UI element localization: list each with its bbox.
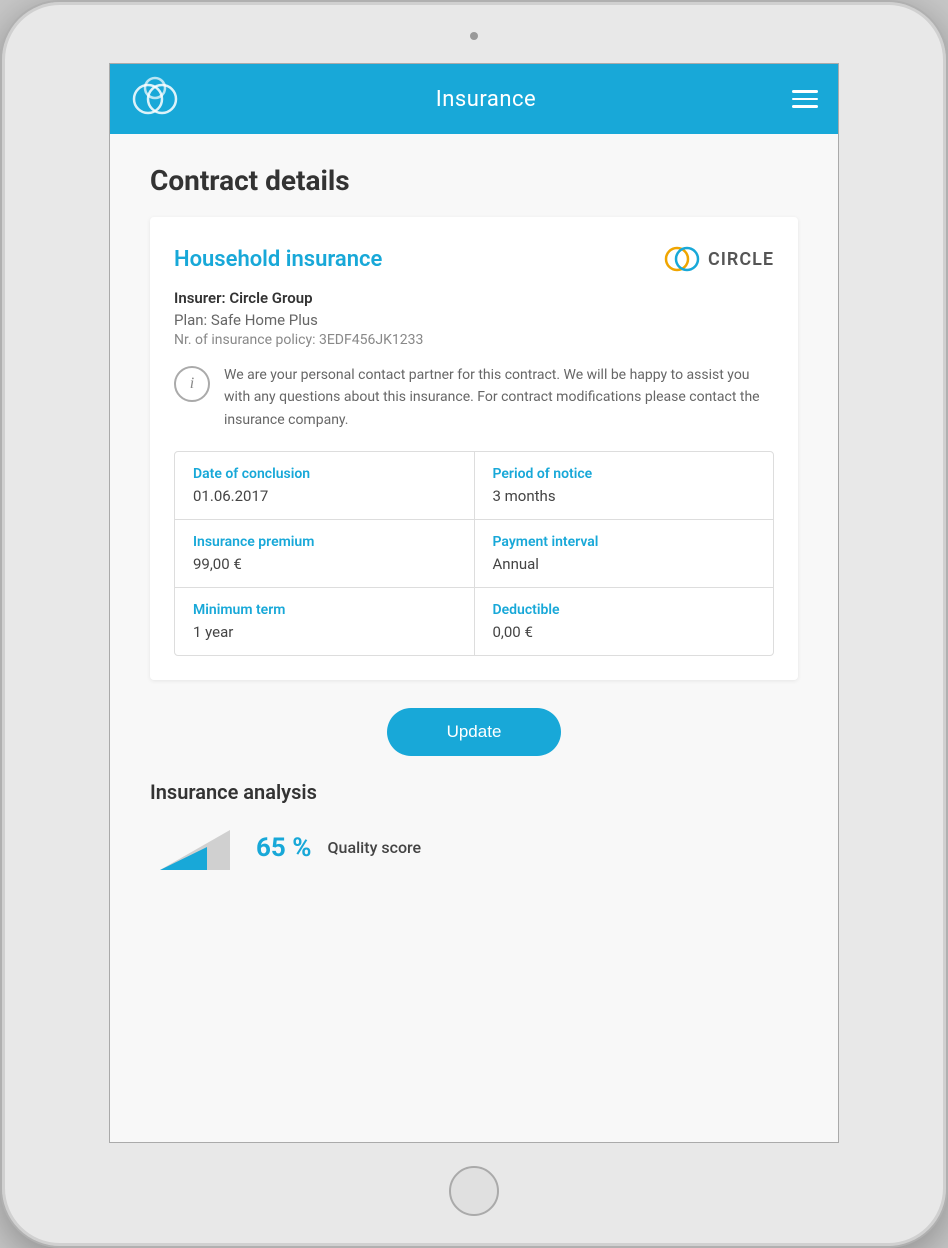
- tablet-screen: Insurance Contract details Household ins…: [109, 63, 839, 1143]
- menu-button[interactable]: [792, 90, 818, 108]
- insurance-card: Household insurance CIRCLE Insurer: Circ…: [150, 217, 798, 680]
- menu-line-3: [792, 105, 818, 108]
- insurance-type: Household insurance: [174, 247, 382, 272]
- menu-line-2: [792, 98, 818, 101]
- update-button-wrapper: Update: [150, 708, 798, 756]
- cell-value-payment: Annual: [493, 555, 756, 573]
- grid-cell-premium: Insurance premium 99,00 €: [175, 520, 475, 587]
- circle-logo-text: CIRCLE: [708, 249, 774, 270]
- plan-value: Safe Home Plus: [211, 311, 318, 329]
- grid-cell-min-term: Minimum term 1 year: [175, 588, 475, 655]
- analysis-title: Insurance analysis: [150, 780, 798, 804]
- grid-cell-date-of-conclusion: Date of conclusion 01.06.2017: [175, 452, 475, 519]
- policy-label: Nr. of insurance policy:: [174, 332, 316, 348]
- grid-row: Insurance premium 99,00 € Payment interv…: [175, 520, 773, 588]
- insurer-label: Insurer:: [174, 289, 226, 307]
- quality-score-label: Quality score: [328, 838, 422, 857]
- details-grid: Date of conclusion 01.06.2017 Period of …: [174, 451, 774, 656]
- cell-value-date: 01.06.2017: [193, 487, 456, 505]
- cell-label-deductible: Deductible: [493, 602, 756, 618]
- cell-label-notice: Period of notice: [493, 466, 756, 482]
- cell-label-min-term: Minimum term: [193, 602, 456, 618]
- header-title: Insurance: [436, 87, 536, 112]
- app-content: Contract details Household insurance CIR…: [110, 134, 838, 1142]
- cell-value-premium: 99,00 €: [193, 555, 456, 573]
- page-title: Contract details: [150, 164, 798, 197]
- policy-number: Nr. of insurance policy: 3EDF456JK1233: [174, 332, 774, 348]
- tablet-camera: [470, 32, 478, 40]
- grid-cell-deductible: Deductible 0,00 €: [475, 588, 774, 655]
- policy-value: 3EDF456JK1233: [319, 332, 423, 348]
- plan-name: Plan: Safe Home Plus: [174, 311, 774, 329]
- cell-value-notice: 3 months: [493, 487, 756, 505]
- cell-value-min-term: 1 year: [193, 623, 456, 641]
- menu-line-1: [792, 90, 818, 93]
- card-header: Household insurance CIRCLE: [174, 241, 774, 277]
- quality-gauge-icon: [150, 820, 240, 875]
- app-header: Insurance: [110, 64, 838, 134]
- info-box: i We are your personal contact partner f…: [174, 364, 774, 431]
- app-logo: [130, 74, 180, 124]
- info-text: We are your personal contact partner for…: [224, 364, 774, 431]
- cell-label-premium: Insurance premium: [193, 534, 456, 550]
- cell-label-payment: Payment interval: [493, 534, 756, 550]
- cell-value-deductible: 0,00 €: [493, 623, 756, 641]
- circle-logo-icon: [664, 241, 700, 277]
- info-icon: i: [174, 366, 210, 402]
- quality-row: 65 % Quality score: [150, 820, 798, 875]
- quality-score-percent: 65 %: [256, 833, 312, 863]
- circle-logo: CIRCLE: [664, 241, 774, 277]
- insurer-name: Insurer: Circle Group: [174, 289, 774, 307]
- update-button[interactable]: Update: [387, 708, 562, 756]
- grid-cell-payment-interval: Payment interval Annual: [475, 520, 774, 587]
- cell-label-date: Date of conclusion: [193, 466, 456, 482]
- grid-cell-period-of-notice: Period of notice 3 months: [475, 452, 774, 519]
- insurer-value: Circle Group: [229, 289, 312, 307]
- tablet-home-button[interactable]: [449, 1166, 499, 1216]
- tablet-frame: Insurance Contract details Household ins…: [0, 0, 948, 1248]
- grid-row: Date of conclusion 01.06.2017 Period of …: [175, 452, 773, 520]
- grid-row: Minimum term 1 year Deductible 0,00 €: [175, 588, 773, 655]
- plan-label: Plan:: [174, 311, 207, 329]
